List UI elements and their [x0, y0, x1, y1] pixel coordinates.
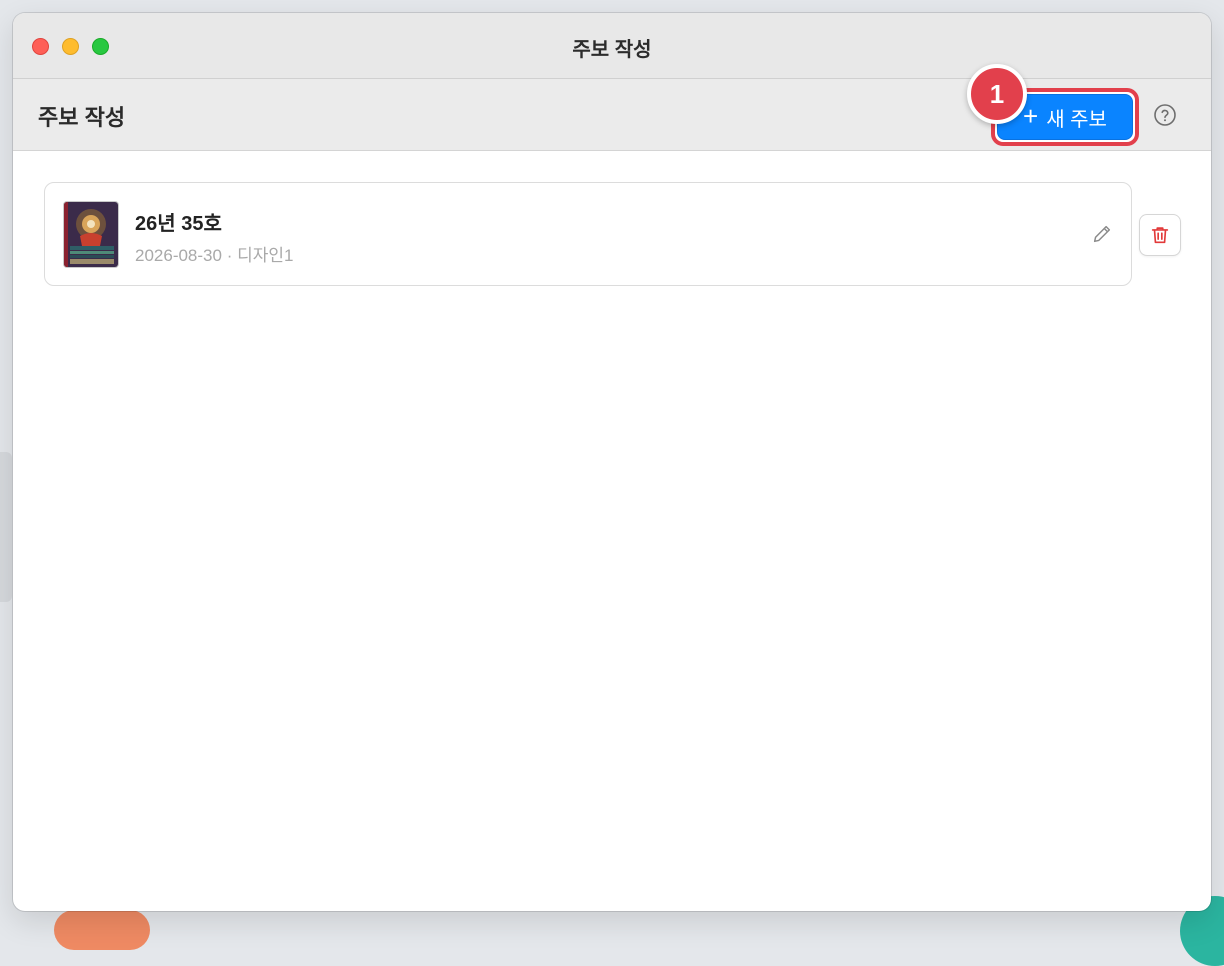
- trash-icon: [1151, 227, 1169, 244]
- background-orange-shape: [54, 910, 150, 950]
- pencil-icon[interactable]: [1091, 223, 1113, 245]
- question-circle-icon[interactable]: [1153, 103, 1177, 127]
- app-window: 주보 작성 주보 작성 + 새 주보 1 26년 35호 2026-08-30 …: [13, 13, 1211, 911]
- new-bulletin-label: 새 주보: [1046, 108, 1107, 131]
- bulletin-design: 디자인1: [237, 246, 294, 265]
- bulletin-thumbnail: [63, 201, 119, 268]
- window-title: 주보 작성: [572, 39, 652, 61]
- bulletin-date: 2026-08-30: [135, 246, 222, 265]
- delete-button[interactable]: [1139, 214, 1181, 256]
- list-item[interactable]: 26년 35호 2026-08-30 · 디자인1: [44, 182, 1132, 286]
- bulletin-title: 26년 35호: [135, 213, 222, 235]
- bulletin-meta: 2026-08-30 · 디자인1: [135, 241, 293, 266]
- plus-icon: +: [1023, 101, 1039, 131]
- meta-separator: ·: [226, 246, 233, 265]
- background-window-edge: [0, 452, 12, 602]
- page-title: 주보 작성: [38, 105, 126, 130]
- title-bar: 주보 작성: [13, 13, 1211, 79]
- toolbar: 주보 작성 + 새 주보 1: [13, 64, 1211, 151]
- step-badge: 1: [967, 64, 1027, 124]
